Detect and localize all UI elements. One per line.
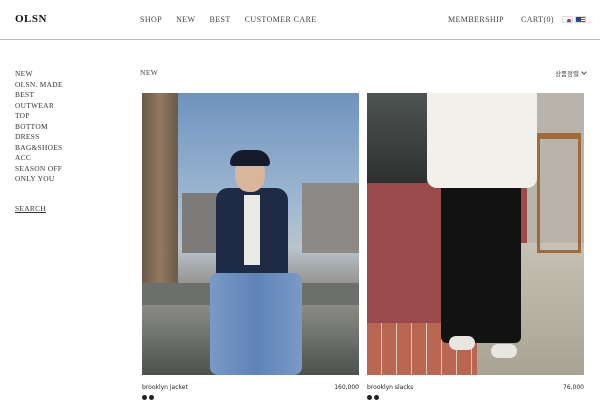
search-link[interactable]: SEARCH <box>15 204 63 215</box>
category-sidebar: NEW OLSN. MADE BEST OUTWEAR TOP BOTTOM D… <box>15 69 63 214</box>
product-name[interactable]: brooklyn jacket <box>142 384 188 391</box>
product-price: 160,000 <box>334 384 359 391</box>
utility-nav: MEMBERSHIP CART(0) <box>448 15 588 24</box>
shirt-shape <box>244 195 260 265</box>
cart-link[interactable]: CART(0) <box>521 15 554 24</box>
color-swatch[interactable] <box>142 395 147 400</box>
product-image[interactable] <box>142 93 359 375</box>
sidebar-item-acc[interactable]: ACC <box>15 153 63 164</box>
building-shape <box>302 183 359 253</box>
nav-shop[interactable]: SHOP <box>140 15 162 24</box>
sort-label: 상품정렬 <box>555 70 579 78</box>
nav-customer-care[interactable]: CUSTOMER CARE <box>245 15 317 24</box>
sidebar-item-top[interactable]: TOP <box>15 111 63 122</box>
color-swatch[interactable] <box>367 395 372 400</box>
sidebar-item-new[interactable]: NEW <box>15 69 63 80</box>
product-price: 76,000 <box>563 384 584 391</box>
color-swatches <box>367 395 584 400</box>
window-shape <box>367 93 427 183</box>
membership-link[interactable]: MEMBERSHIP <box>448 15 504 24</box>
logo[interactable]: OLSN <box>15 13 47 25</box>
sidebar-item-bottom[interactable]: BOTTOM <box>15 122 63 133</box>
main-nav: SHOP NEW BEST CUSTOMER CARE <box>140 15 331 24</box>
shirt-shape <box>427 93 537 188</box>
sidebar-item-bag-shoes[interactable]: BAG&SHOES <box>15 143 63 154</box>
us-flag-icon[interactable] <box>575 16 586 23</box>
shoe-shape <box>449 336 475 350</box>
product-card: brooklyn slacks 76,000 <box>367 93 584 400</box>
product-meta: brooklyn jacket 160,000 <box>142 384 359 391</box>
chevron-down-icon <box>581 69 587 75</box>
sidebar-item-dress[interactable]: DRESS <box>15 132 63 143</box>
sidebar-item-season-off[interactable]: SEASON OFF <box>15 164 63 175</box>
cap-shape <box>230 150 270 166</box>
lamp-post-shape <box>142 93 178 293</box>
sidebar-item-only-you[interactable]: ONLY YOU <box>15 174 63 185</box>
product-card: brooklyn jacket 160,000 <box>142 93 359 400</box>
shoe-shape <box>491 344 517 358</box>
sidebar-item-best[interactable]: BEST <box>15 90 63 101</box>
jeans-shape <box>210 273 302 375</box>
sort-dropdown[interactable]: 상품정렬 <box>555 68 587 78</box>
product-image[interactable] <box>367 93 584 375</box>
product-meta: brooklyn slacks 76,000 <box>367 384 584 391</box>
product-name[interactable]: brooklyn slacks <box>367 384 413 391</box>
sidebar-item-outwear[interactable]: OUTWEAR <box>15 101 63 112</box>
color-swatch[interactable] <box>374 395 379 400</box>
kr-flag-icon[interactable] <box>562 16 573 23</box>
chair-shape <box>537 133 581 253</box>
page-title: NEW <box>140 68 159 77</box>
sidebar-item-olsn-made[interactable]: OLSN. MADE <box>15 80 63 91</box>
nav-best[interactable]: BEST <box>209 15 230 24</box>
nav-new[interactable]: NEW <box>176 15 195 24</box>
site-header: OLSN SHOP NEW BEST CUSTOMER CARE MEMBERS… <box>0 0 600 40</box>
color-swatches <box>142 395 359 400</box>
color-swatch[interactable] <box>149 395 154 400</box>
